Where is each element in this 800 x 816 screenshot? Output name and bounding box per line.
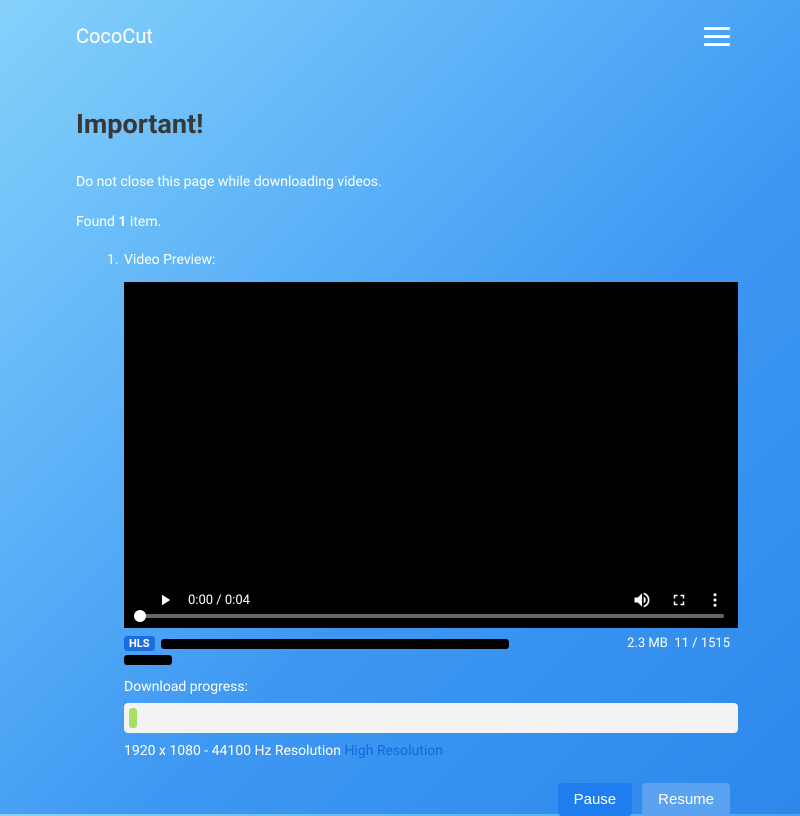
video-seek-knob[interactable] — [134, 610, 146, 622]
download-progress-bar — [124, 703, 738, 733]
video-player[interactable]: 0:00 / 0:04 — [124, 282, 738, 628]
resume-button[interactable]: Resume — [642, 783, 730, 816]
redacted-text — [124, 655, 172, 665]
resolution-text: 1920 x 1080 - 44100 Hz Resolution — [124, 743, 344, 759]
warning-text: Do not close this page while downloading… — [76, 174, 730, 190]
found-suffix: item. — [126, 214, 161, 230]
list-item: Video Preview: 0:00 / 0:04 — [122, 252, 730, 816]
video-preview-label: Video Preview: — [124, 252, 730, 268]
redacted-url — [161, 639, 509, 649]
video-time: 0:00 / 0:04 — [188, 593, 250, 608]
pause-button[interactable]: Pause — [558, 783, 633, 816]
app-brand: CocoCut — [76, 24, 153, 48]
page-title: Important! — [76, 108, 730, 140]
download-progress-label: Download progress: — [124, 679, 730, 695]
stream-type-badge: HLS — [124, 636, 155, 651]
play-icon[interactable] — [156, 591, 174, 609]
found-prefix: Found — [76, 214, 118, 230]
found-items-text: Found 1 item. — [76, 214, 730, 230]
resolution-info: 1920 x 1080 - 44100 Hz Resolution High R… — [124, 743, 730, 759]
more-options-icon[interactable] — [706, 591, 724, 609]
frame-count: 11 / 1515 — [674, 636, 730, 651]
file-size: 2.3 MB — [627, 636, 668, 651]
menu-icon[interactable] — [704, 27, 730, 46]
download-progress-fill — [129, 708, 137, 728]
volume-icon[interactable] — [632, 590, 652, 610]
resolution-link[interactable]: High Resolution — [344, 743, 443, 759]
video-seek-bar[interactable] — [138, 614, 724, 618]
fullscreen-icon[interactable] — [670, 591, 688, 609]
